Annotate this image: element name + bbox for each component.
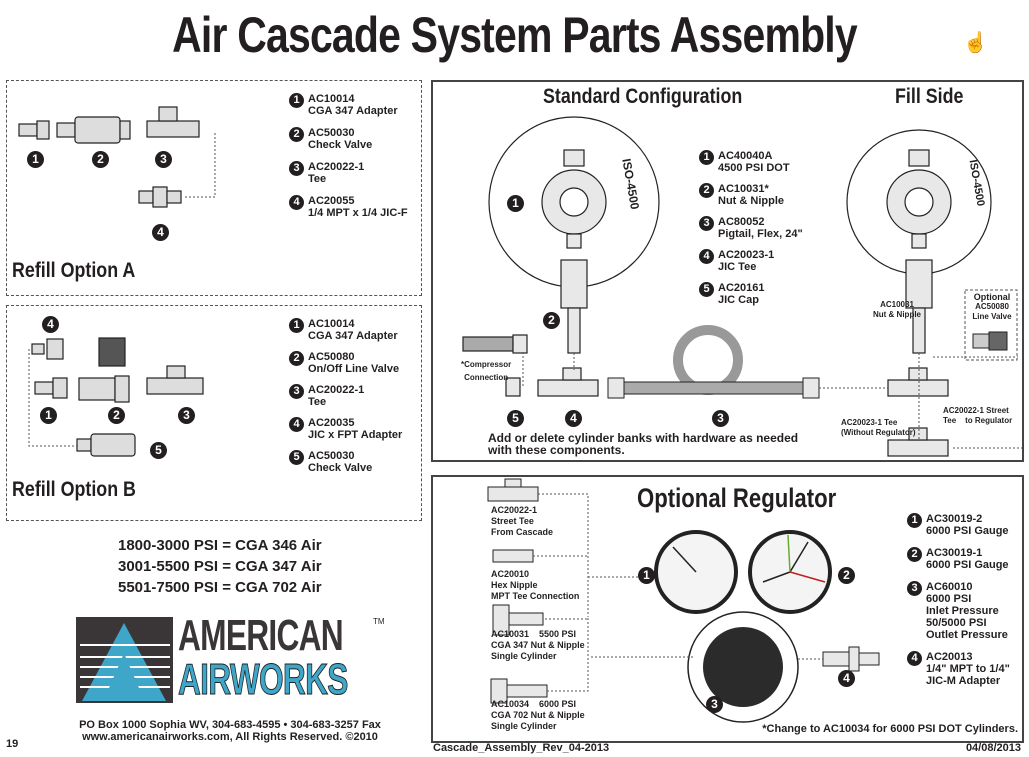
footnote: *Change to AC10034 for 6000 PSI DOT Cyli… <box>762 723 1018 735</box>
refill-option-a-panel: 1 2 3 4 Refill Option A 1 AC10014 CGA 347 … <box>6 80 422 296</box>
callout-1: 1 <box>507 195 524 212</box>
callout-3: 3 <box>712 410 729 427</box>
callout-1: 1 <box>27 151 44 169</box>
part-item: 3 AC20022-1 Tee <box>289 161 408 185</box>
callout-3: 3 <box>706 696 723 713</box>
callout-3: 3 <box>178 407 195 424</box>
refill-a-parts-list: 1 AC10014 CGA 347 Adapter 2 AC50030 Check Va… <box>289 93 408 219</box>
compressor-label: *Compressor Connection <box>461 360 512 382</box>
callout-1: 1 <box>638 567 655 584</box>
refill-b-parts-list: 1 AC10014 CGA 347 Adapter 2 AC50080 On/Off L… <box>289 318 402 474</box>
regulator-item: AC20010 Hex Nipple MPT Tee Connection <box>491 569 580 601</box>
regulator-item: AC20022-1 Street Tee From Cascade <box>491 505 554 537</box>
standard-title: Standard Configuration <box>543 85 743 108</box>
callout-2: 2 <box>108 407 125 424</box>
regulator-parts-list: 1 AC30019-2 6000 PSI Gauge 2 AC30019-1 6000 … <box>907 513 1010 687</box>
callout-5: 5 <box>507 410 524 427</box>
callout-4: 4 <box>42 316 59 333</box>
part-item: 5 AC50030 Check Valve <box>289 450 402 474</box>
callout-4: 4 <box>565 410 582 427</box>
regulator-item: AC10034 6000 PSI CGA 702 Nut & Nipple Sing… <box>491 699 585 731</box>
standard-parts-list: 1 AC40040A 4500 PSI DOT 2 AC10031* Nut & Nip… <box>699 150 803 306</box>
optional-line-valve-label: Optional AC50080 Line Valve <box>972 292 1012 321</box>
street-tee-label: AC20022-1 Street Tee to Regulator <box>943 406 1013 425</box>
optional-regulator-panel: Optional Regulator 1 2 3 4 AC20022-1 Stre… <box>431 475 1024 743</box>
american-airworks-logo: AMERICAN AIRWORKS TM <box>76 611 386 705</box>
refill-b-title: Refill Option B <box>12 478 136 501</box>
regulator-title: Optional Regulator <box>637 483 837 513</box>
tee-without-regulator-label: AC20023-1 Tee (Without Regulator) <box>841 418 916 437</box>
date: 04/08/2013 <box>965 742 1021 754</box>
callout-2: 2 <box>838 567 855 584</box>
page-title: Air Cascade System Parts Assembly <box>172 7 858 63</box>
part-item: 1 AC10014 CGA 347 Adapter <box>289 318 402 342</box>
file-name: Cascade_Assembly_Rev_04-2013 <box>433 742 610 754</box>
note-text: Add or delete cylinder banks with hardwa… <box>488 431 799 457</box>
address: PO Box 1000 Sophia WV, 304-683-4595 • 30… <box>79 719 381 743</box>
fill-nut-label: AC10031 Nut & Nipple <box>873 300 921 319</box>
part-item: 2 AC50030 Check Valve <box>289 127 408 151</box>
part-item: 2 AC50080 On/Off Line Valve <box>289 351 402 375</box>
psi-table: 1800-3000 PSI = CGA 346 Air 3001-5500 PSI… <box>118 537 322 596</box>
page-number: 19 <box>6 738 19 750</box>
callout-2: 2 <box>92 151 109 169</box>
refill-option-b-panel: 4 1 2 3 5 Refill Option B 1 AC10014 CGA 34… <box>6 305 422 521</box>
part-item: 3 AC20022-1 Tee <box>289 384 402 408</box>
callout-5: 5 <box>150 442 167 459</box>
callout-4: 4 <box>152 224 169 242</box>
part-item: 1 AC10014 CGA 347 Adapter <box>289 93 408 117</box>
regulator-item: AC10031 5500 PSI CGA 347 Nut & Nipple Sing… <box>491 629 585 661</box>
part-item: 4 AC20035 JIC x FPT Adapter <box>289 417 402 441</box>
page: Air Cascade System Parts Assembly ☝ 1 2 … <box>0 0 1029 757</box>
hand-pointer-icon: ☝ <box>963 32 988 54</box>
standard-configuration-panel: ISO-4500 ISO-4500 Standard Configuration… <box>431 80 1024 462</box>
refill-a-title: Refill Option A <box>12 259 136 282</box>
callout-3: 3 <box>155 151 172 169</box>
fill-side-title: Fill Side <box>895 85 964 108</box>
callout-1: 1 <box>40 407 57 424</box>
callout-2: 2 <box>543 312 560 329</box>
part-item: 4 AC20055 1/4 MPT x 1/4 JIC-F <box>289 195 408 219</box>
callout-4: 4 <box>838 670 855 687</box>
